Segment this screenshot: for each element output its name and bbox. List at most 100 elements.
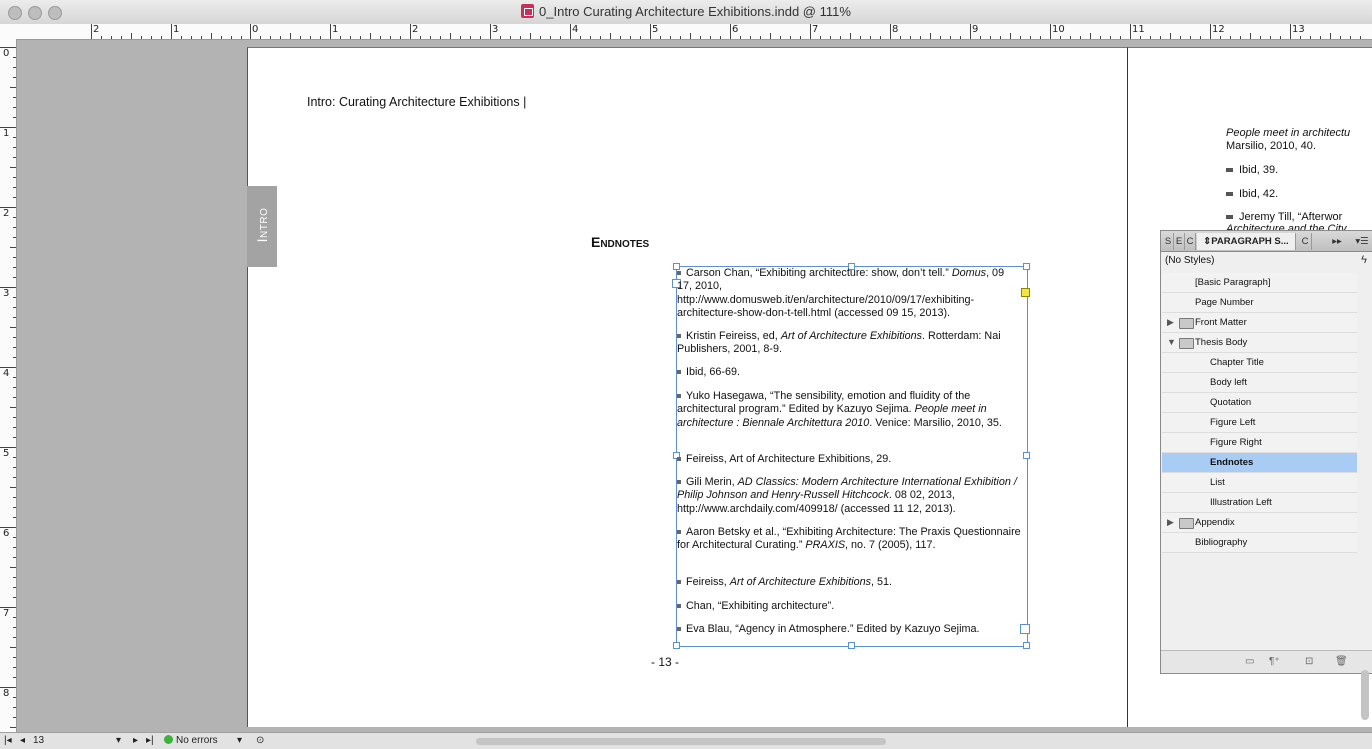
ruler-minor-tick bbox=[480, 36, 481, 39]
tab-paragraph-styles[interactable]: ⇕PARAGRAPH S... bbox=[1197, 233, 1296, 250]
ruler-minor-tick bbox=[860, 36, 861, 39]
frame-handle-top-right[interactable] bbox=[1023, 263, 1030, 270]
ruler-minor-tick bbox=[1330, 33, 1331, 39]
style-item-list[interactable]: List bbox=[1162, 473, 1357, 493]
ruler-minor-tick bbox=[1070, 36, 1071, 39]
endnote[interactable]: Kristin Feireiss, ed, Art of Architectur… bbox=[677, 330, 1022, 357]
style-item-label: Figure Left bbox=[1210, 417, 1256, 428]
frame-handle-bottom-middle[interactable] bbox=[848, 642, 855, 649]
horizontal-scrollbar[interactable] bbox=[476, 738, 886, 745]
ruler-minor-tick bbox=[920, 36, 921, 39]
tab-swatches[interactable]: S bbox=[1163, 233, 1174, 250]
ruler-minor-tick bbox=[1260, 36, 1261, 39]
endnote[interactable]: Eva Blau, “Agency in Atmosphere.” Edited… bbox=[677, 623, 1022, 636]
style-item-bibliography[interactable]: Bibliography bbox=[1162, 533, 1357, 553]
preflight-menu-icon[interactable]: ▾ bbox=[237, 735, 242, 746]
ruler-minor-tick bbox=[1240, 36, 1241, 39]
style-item-label: Body left bbox=[1210, 377, 1247, 388]
disclosure-open-icon[interactable]: ▼ bbox=[1167, 333, 1176, 352]
tab-effects[interactable]: E bbox=[1174, 233, 1185, 250]
last-page-icon[interactable]: ▸| bbox=[146, 735, 154, 746]
style-item-label: Illustration Left bbox=[1210, 497, 1272, 508]
ruler-minor-tick bbox=[460, 36, 461, 39]
running-head[interactable]: Intro: Curating Architecture Exhibitions… bbox=[307, 95, 526, 109]
ruler-minor-tick bbox=[260, 36, 261, 39]
frame-out-port[interactable] bbox=[1021, 288, 1030, 297]
delete-style-icon[interactable]: 🗑 bbox=[1335, 656, 1348, 667]
quick-apply-icon[interactable]: ϟ bbox=[1361, 254, 1367, 266]
ruler-origin[interactable] bbox=[0, 24, 17, 40]
style-item-chapter-title[interactable]: Chapter Title bbox=[1162, 353, 1357, 373]
ruler-minor-tick bbox=[900, 36, 901, 39]
vertical-scrollbar[interactable] bbox=[1361, 670, 1369, 720]
section-tab[interactable]: Intro bbox=[247, 186, 277, 267]
ruler-minor-tick bbox=[450, 33, 451, 39]
open-document-icon[interactable]: ⊙ bbox=[256, 735, 264, 746]
endnote[interactable]: Aaron Betsky et al., “Exhibiting Archite… bbox=[677, 526, 1022, 553]
ruler-minor-tick bbox=[13, 537, 16, 538]
style-item-appendix[interactable]: ▶ Appendix bbox=[1162, 513, 1357, 533]
style-item-endnotes[interactable]: Endnotes bbox=[1162, 453, 1357, 473]
new-style-group-icon[interactable]: ▭ bbox=[1245, 656, 1254, 667]
paragraph-styles-panel: S E C ⇕PARAGRAPH S... C ▸▸ ▾☰ (No Styles… bbox=[1160, 230, 1372, 674]
ruler-minor-tick bbox=[13, 357, 16, 358]
style-item-basic-paragraph[interactable]: [Basic Paragraph] bbox=[1162, 273, 1357, 293]
endnote[interactable]: Yuko Hasegawa, “The sensibility, emotion… bbox=[677, 390, 1022, 430]
endnote[interactable]: Chan, “Exhibiting architecture”. bbox=[677, 600, 1022, 613]
ruler-minor-tick bbox=[880, 36, 881, 39]
ruler-minor-tick bbox=[960, 36, 961, 39]
ruler-minor-tick bbox=[770, 33, 771, 39]
style-item-quotation[interactable]: Quotation bbox=[1162, 393, 1357, 413]
endnote[interactable]: Feireiss, Art of Architecture Exhibition… bbox=[677, 576, 1022, 589]
endnote[interactable]: Carson Chan, “Exhibiting architecture: s… bbox=[677, 267, 1022, 320]
first-page-icon[interactable]: |◂ bbox=[4, 735, 12, 746]
page-dropdown-icon[interactable]: ▾ bbox=[116, 735, 121, 746]
frame-handle-bottom-right[interactable] bbox=[1023, 642, 1030, 649]
clear-overrides-icon[interactable]: ¶⁺ bbox=[1269, 656, 1280, 667]
folder-icon bbox=[1179, 338, 1194, 349]
folder-icon bbox=[1179, 318, 1194, 329]
previous-page-icon[interactable]: ◂ bbox=[20, 735, 25, 746]
next-page-icon[interactable]: ▸ bbox=[133, 735, 138, 746]
ruler-tick bbox=[810, 24, 811, 39]
style-item-figure-left[interactable]: Figure Left bbox=[1162, 413, 1357, 433]
ruler-minor-tick bbox=[1160, 36, 1161, 39]
preflight-status[interactable]: No errors bbox=[164, 735, 218, 746]
ruler-minor-tick bbox=[500, 36, 501, 39]
ruler-minor-tick bbox=[13, 497, 16, 498]
style-item-label: Front Matter bbox=[1195, 317, 1247, 328]
vertical-ruler[interactable]: 0 1 2 3 4 5 6 7 8 bbox=[0, 39, 17, 732]
ruler-minor-tick bbox=[1280, 36, 1281, 39]
style-item-figure-right[interactable]: Figure Right bbox=[1162, 433, 1357, 453]
ruler-minor-tick bbox=[13, 457, 16, 458]
style-item-label: Endnotes bbox=[1210, 457, 1254, 468]
new-style-icon[interactable]: ⊡ bbox=[1305, 656, 1313, 667]
panel-expand-icon[interactable]: ▸▸ bbox=[1329, 233, 1345, 250]
endnote[interactable]: Ibid, 66-69. bbox=[677, 366, 1022, 379]
tab-character[interactable]: C bbox=[1185, 233, 1196, 250]
ruler-minor-tick bbox=[700, 36, 701, 39]
ruler-minor-tick bbox=[290, 33, 291, 39]
frame-handle-middle-right[interactable] bbox=[1023, 452, 1030, 459]
tab-character-styles[interactable]: C bbox=[1299, 233, 1312, 250]
ruler-tick bbox=[650, 24, 651, 39]
page-number-field[interactable]: 13 bbox=[33, 735, 44, 746]
ruler-minor-tick bbox=[940, 36, 941, 39]
endnote[interactable]: Feireiss, Art of Architecture Exhibition… bbox=[677, 453, 1022, 466]
ruler-minor-tick bbox=[10, 567, 16, 568]
style-item-page-number[interactable]: Page Number bbox=[1162, 293, 1357, 313]
ruler-minor-tick bbox=[600, 36, 601, 39]
style-item-body-left[interactable]: Body left bbox=[1162, 373, 1357, 393]
ruler-minor-tick bbox=[1310, 36, 1311, 39]
frame-handle-bottom-left[interactable] bbox=[673, 642, 680, 649]
style-item-thesis-body[interactable]: ▼ Thesis Body bbox=[1162, 333, 1357, 353]
panel-menu-icon[interactable]: ▾☰ bbox=[1354, 233, 1370, 250]
style-item-illustration-left[interactable]: Illustration Left bbox=[1162, 493, 1357, 513]
endnotes-heading[interactable]: Endnotes bbox=[591, 234, 649, 250]
endnote[interactable]: Gili Merin, AD Classics: Modern Architec… bbox=[677, 476, 1022, 516]
disclosure-closed-icon[interactable]: ▶ bbox=[1167, 313, 1174, 332]
disclosure-closed-icon[interactable]: ▶ bbox=[1167, 513, 1174, 532]
ruler-minor-tick bbox=[13, 617, 16, 618]
style-item-front-matter[interactable]: ▶ Front Matter bbox=[1162, 313, 1357, 333]
horizontal-ruler[interactable]: 2 1 0 1 2 3 4 5 6 7 8 9 10 11 12 13 bbox=[16, 24, 1372, 40]
